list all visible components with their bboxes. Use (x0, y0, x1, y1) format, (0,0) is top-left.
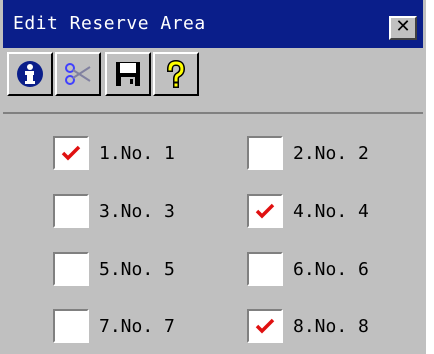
reserve-area-item[interactable]: 8.No. 8 (247, 308, 369, 344)
scissors-icon (65, 63, 91, 85)
reserve-area-item[interactable]: 6.No. 6 (247, 251, 369, 287)
item-label: 5.No. 5 (99, 258, 175, 280)
checkbox[interactable] (247, 309, 283, 343)
item-label: 3.No. 3 (99, 200, 175, 222)
reserve-area-item[interactable]: 4.No. 4 (247, 193, 369, 229)
reserve-area-list: 1.No. 1 2.No. 2 3.No. 3 4.No. 4 5.No. 5 6.No.… (3, 114, 423, 354)
checkbox[interactable] (247, 136, 283, 170)
item-label: 1.No. 1 (99, 142, 175, 164)
reserve-area-item[interactable]: 2.No. 2 (247, 135, 369, 171)
window-title: Edit Reserve Area (13, 13, 206, 34)
toolbar (3, 48, 423, 114)
title-bar[interactable]: Edit Reserve Area ✕ (3, 0, 423, 48)
checkbox[interactable] (53, 309, 89, 343)
checkmark-icon (61, 145, 81, 161)
reserve-area-item[interactable]: 1.No. 1 (53, 135, 175, 171)
cut-button[interactable] (55, 52, 101, 96)
checkbox[interactable] (247, 194, 283, 228)
checkbox[interactable] (53, 194, 89, 228)
reserve-area-item[interactable]: 5.No. 5 (53, 251, 175, 287)
checkmark-icon (255, 318, 275, 334)
question-mark-icon (166, 59, 186, 88)
checkbox[interactable] (53, 252, 89, 286)
info-icon (17, 61, 43, 87)
item-label: 2.No. 2 (293, 142, 369, 164)
checkbox[interactable] (247, 252, 283, 286)
item-label: 7.No. 7 (99, 315, 175, 337)
item-label: 6.No. 6 (293, 258, 369, 280)
checkmark-icon (255, 203, 275, 219)
save-button[interactable] (105, 52, 151, 96)
reserve-area-item[interactable]: 3.No. 3 (53, 193, 175, 229)
item-label: 4.No. 4 (293, 200, 369, 222)
help-button[interactable] (153, 52, 199, 96)
checkbox[interactable] (53, 136, 89, 170)
item-label: 8.No. 8 (293, 315, 369, 337)
reserve-area-item[interactable]: 7.No. 7 (53, 308, 175, 344)
floppy-disk-icon (116, 62, 140, 86)
close-button[interactable]: ✕ (389, 16, 417, 40)
edit-reserve-area-dialog: Edit Reserve Area ✕ 1.No. 1 2.No. 2 3.No… (0, 0, 426, 354)
info-button[interactable] (7, 52, 53, 96)
